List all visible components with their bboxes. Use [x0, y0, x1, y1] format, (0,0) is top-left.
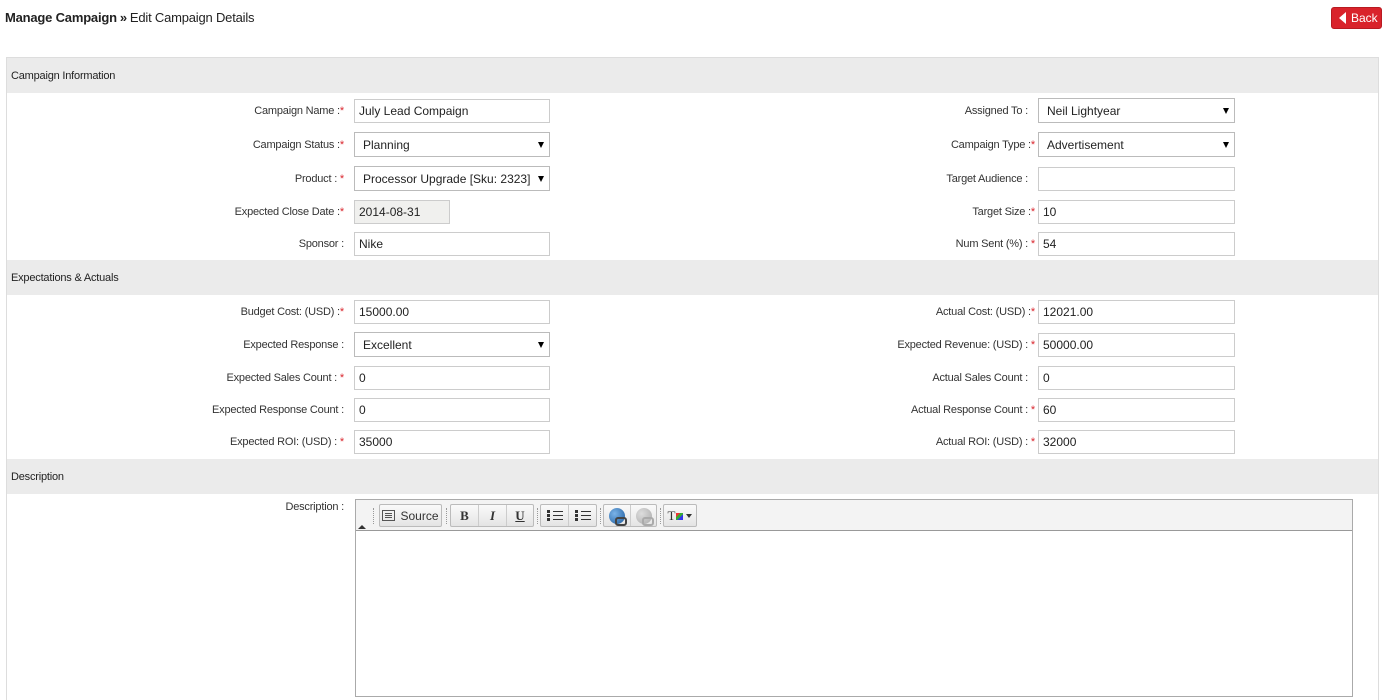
sponsor-input[interactable]: Nike [354, 232, 550, 256]
product-label: Product : * [294, 173, 344, 185]
breadcrumb-current: Edit Campaign Details [129, 10, 255, 25]
actual-response-count-input[interactable]: 60 [1038, 398, 1235, 422]
expected-revenue-input[interactable]: 50000.00 [1038, 333, 1235, 357]
source-button-label: Source [400, 508, 439, 523]
toolbar-grip-icon [537, 508, 539, 524]
toolbar-collapse-icon[interactable] [358, 525, 366, 529]
toolbar-group-lists [540, 504, 597, 527]
bulleted-list-button[interactable] [569, 505, 596, 526]
actual-sales-count-label: Actual Sales Count : [932, 372, 1028, 384]
actual-roi-input[interactable]: 32000 [1038, 430, 1235, 454]
expected-response-count-label: Expected Response Count : [212, 404, 344, 416]
dropdown-arrow-icon [538, 176, 544, 182]
actual-cost-label: Actual Cost: (USD) :* [935, 306, 1035, 318]
text-color-button[interactable]: T [664, 505, 696, 526]
italic-button[interactable]: I [479, 505, 507, 526]
campaign-type-value: Advertisement [1047, 138, 1124, 152]
expected-response-count-input[interactable]: 0 [354, 398, 550, 422]
back-arrow-icon [1339, 12, 1346, 24]
expected-roi-label: Expected ROI: (USD) : * [229, 436, 344, 448]
description-editor: Source B I U T [355, 499, 1353, 697]
chevron-down-icon [686, 513, 693, 518]
numbered-list-button[interactable] [541, 505, 569, 526]
actual-sales-count-input[interactable]: 0 [1038, 366, 1235, 390]
breadcrumb-separator: » [119, 10, 127, 25]
numbered-list-icon [546, 509, 563, 522]
campaign-status-label: Campaign Status :* [252, 139, 344, 151]
link-button[interactable] [604, 505, 631, 526]
section-header-description: Description [7, 459, 1378, 494]
toolbar-grip-icon [446, 508, 448, 524]
expected-response-value: Excellent [363, 338, 412, 352]
editor-toolbar: Source B I U T [356, 500, 1352, 531]
expected-revenue-label: Expected Revenue: (USD) : * [897, 339, 1035, 351]
link-icon [609, 507, 627, 526]
actual-roi-label: Actual ROI: (USD) : * [935, 436, 1035, 448]
num-sent-label: Num Sent (%) : * [955, 238, 1036, 250]
campaign-type-select[interactable]: Advertisement [1038, 132, 1235, 157]
expected-response-select[interactable]: Excellent [354, 332, 550, 357]
bulleted-list-icon [574, 509, 591, 522]
num-sent-input[interactable]: 54 [1038, 232, 1235, 256]
expected-response-label: Expected Response : [243, 339, 344, 351]
campaign-form: Campaign Information Campaign Name :* Ju… [6, 57, 1379, 700]
budget-cost-input[interactable]: 15000.00 [354, 300, 550, 324]
target-size-label: Target Size :* [972, 206, 1035, 218]
unlink-button[interactable] [631, 505, 656, 526]
campaign-type-label: Campaign Type :* [950, 139, 1035, 151]
unlink-icon [635, 507, 654, 526]
target-size-input[interactable]: 10 [1038, 200, 1235, 224]
target-audience-input[interactable] [1038, 167, 1235, 191]
expected-sales-count-input[interactable]: 0 [354, 366, 550, 390]
expected-sales-count-label: Expected Sales Count : * [226, 372, 344, 384]
assigned-to-label: Assigned To : [964, 105, 1028, 117]
toolbar-group-document: Source [379, 504, 442, 527]
back-button-label: Back [1351, 11, 1378, 25]
dropdown-arrow-icon [538, 142, 544, 148]
campaign-name-label: Campaign Name :* [254, 105, 344, 117]
bold-button[interactable]: B [451, 505, 479, 526]
dropdown-arrow-icon [538, 342, 544, 348]
campaign-status-select[interactable]: Planning [354, 132, 550, 157]
source-button[interactable]: Source [380, 505, 441, 526]
expected-close-date-input[interactable]: 2014-08-31 [354, 200, 450, 224]
section-header-campaign-information: Campaign Information [7, 58, 1378, 93]
actual-response-count-label: Actual Response Count : * [910, 404, 1035, 416]
toolbar-grip-icon [600, 508, 602, 524]
campaign-status-value: Planning [363, 138, 410, 152]
product-value: Processor Upgrade [Sku: 2323] [363, 172, 531, 186]
source-icon [382, 510, 396, 521]
underline-button[interactable]: U [507, 505, 533, 526]
breadcrumb: Manage Campaign» Edit Campaign Details [5, 10, 255, 25]
expected-roi-input[interactable]: 35000 [354, 430, 550, 454]
toolbar-grip-icon [660, 508, 662, 524]
section-header-expectations-actuals: Expectations & Actuals [7, 260, 1378, 295]
toolbar-grip-icon [373, 508, 375, 524]
assigned-to-select[interactable]: Neil Lightyear [1038, 98, 1235, 123]
toolbar-group-links [603, 504, 657, 527]
expected-close-date-label: Expected Close Date :* [234, 206, 345, 218]
back-button[interactable]: Back [1331, 7, 1382, 29]
product-select[interactable]: Processor Upgrade [Sku: 2323] [354, 166, 550, 191]
dropdown-arrow-icon [1223, 142, 1229, 148]
assigned-to-value: Neil Lightyear [1047, 104, 1121, 118]
dropdown-arrow-icon [1223, 108, 1229, 114]
breadcrumb-root[interactable]: Manage Campaign [5, 10, 117, 25]
toolbar-group-colors: T [663, 504, 697, 527]
actual-cost-input[interactable]: 12021.00 [1038, 300, 1235, 324]
target-audience-label: Target Audience : [946, 173, 1028, 185]
description-label: Description : [285, 501, 344, 513]
campaign-name-input[interactable]: July Lead Compaign [354, 99, 550, 123]
text-color-icon: T [668, 508, 684, 524]
description-textarea[interactable] [356, 531, 1352, 696]
sponsor-label: Sponsor : [298, 238, 344, 250]
toolbar-group-basic-styles: B I U [450, 504, 534, 527]
page-header: Manage Campaign» Edit Campaign Details Ba… [0, 0, 1387, 40]
budget-cost-label: Budget Cost: (USD) :* [240, 306, 345, 318]
